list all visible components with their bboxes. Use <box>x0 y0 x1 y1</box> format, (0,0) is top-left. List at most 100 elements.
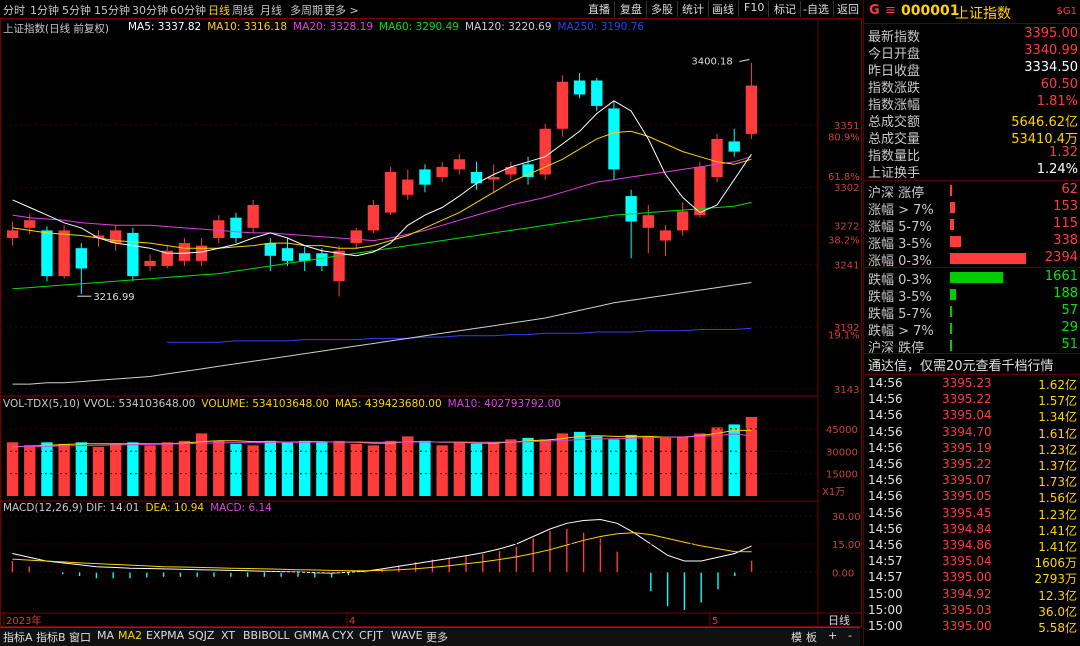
volume-bar <box>75 442 87 496</box>
tick-volume: 2793万 <box>1034 572 1077 587</box>
candle-body-up <box>694 166 706 216</box>
bottom-control-0[interactable]: 模 <box>791 629 802 645</box>
tick-row: 15:00 3395.03 36.0亿 <box>864 603 1080 619</box>
quote-row: 指数涨跌 60.50 <box>868 77 1078 96</box>
indicator-tab-11[interactable]: CFJT <box>359 629 383 642</box>
bottom-control-1[interactable]: 板 <box>806 629 817 645</box>
candle-body-up <box>488 177 500 180</box>
tool-button-4[interactable]: 画线 <box>708 1 739 17</box>
indicator-tab-12[interactable]: WAVE <box>391 629 423 642</box>
vol-unit-label: X1万 <box>822 487 845 498</box>
candle-body-down <box>299 253 311 261</box>
breadth-bar <box>950 340 952 351</box>
period-tab-7[interactable]: 周线 <box>232 2 254 18</box>
indicator-tab-3[interactable]: MA <box>97 629 114 642</box>
tick-price: 3395.04 <box>942 554 992 569</box>
tool-button-5[interactable]: F10 <box>740 1 770 17</box>
tick-price: 3395.07 <box>942 473 992 488</box>
breadth-bar <box>950 219 954 230</box>
tick-row: 14:56 3395.22 1.57亿 <box>864 392 1080 408</box>
tick-price: 3394.92 <box>942 586 992 601</box>
tick-row: 14:56 3394.86 1.41亿 <box>864 538 1080 554</box>
breadth-row: 跌幅 > 7% 29 <box>868 320 1078 339</box>
quote-row: 上证换手 1.24% <box>868 162 1078 181</box>
indicator-tab-13[interactable]: 更多 <box>426 629 448 645</box>
quote-row-value: 60.50 <box>1040 77 1078 92</box>
indicator-tab-6[interactable]: SQJZ <box>188 629 214 642</box>
tool-button-7[interactable]: -自选 <box>799 1 834 17</box>
tool-button-8[interactable]: 返回 <box>833 1 864 17</box>
candle-body-down <box>625 196 637 222</box>
indicator-tab-8[interactable]: BBIBOLL <box>243 629 290 642</box>
volume-bar <box>333 440 345 496</box>
candle-body-up <box>178 243 191 261</box>
candle-body-down <box>591 80 603 106</box>
tool-button-6[interactable]: 标记 <box>770 1 801 17</box>
period-tab-10[interactable]: 更多 > <box>324 2 359 18</box>
period-tab-8[interactable]: 月线 <box>260 2 282 18</box>
indicator-tab-0[interactable]: 指标A <box>3 629 33 645</box>
period-tab-5[interactable]: 60分钟 <box>170 2 206 18</box>
quote-row-value: 1.24% <box>1036 162 1078 177</box>
volume-bar <box>488 442 500 496</box>
period-tab-0[interactable]: 分时 <box>3 2 25 18</box>
quote-code: 000001 <box>901 3 960 19</box>
vol-tick-label: 45000 <box>826 425 858 436</box>
candle-body-down <box>264 243 276 256</box>
bottom-control-3[interactable]: - <box>848 629 852 642</box>
volume-bar <box>213 440 225 496</box>
tick-volume: 1.61亿 <box>1038 426 1077 441</box>
tool-button-1[interactable]: 复盘 <box>616 1 647 17</box>
candle-body-up <box>24 220 36 228</box>
indicator-tab-1[interactable]: 指标B <box>36 629 66 645</box>
period-tab-4[interactable]: 30分钟 <box>132 2 168 18</box>
indicator-tab-7[interactable]: XT <box>221 629 235 642</box>
volume-bar <box>24 445 36 496</box>
candle-body-down <box>608 108 620 170</box>
menu-icon[interactable]: ≡ <box>885 3 896 18</box>
volume-bar <box>505 439 517 496</box>
pct-tick-label: 38.2% <box>828 235 860 246</box>
period-tab-9[interactable]: 多周期 <box>290 2 323 18</box>
tool-button-3[interactable]: 统计 <box>678 1 709 17</box>
candle-body-down <box>728 141 740 152</box>
period-tab-3[interactable]: 15分钟 <box>94 2 130 18</box>
breadth-row: 跌幅 0-3% 1661 <box>868 269 1078 288</box>
candle-body-up <box>247 204 259 228</box>
tick-price: 3395.22 <box>942 457 992 471</box>
vol-ma5-line <box>12 429 752 448</box>
breadth-bar <box>950 323 952 334</box>
tool-button-0[interactable]: 直播 <box>584 1 615 17</box>
candle-body-up <box>384 171 397 213</box>
candle-body-down <box>75 248 87 269</box>
quote-row-value: 1.32 <box>1049 145 1078 160</box>
quote-row: 总成交量 53410.4万 <box>868 128 1078 147</box>
tick-row: 14:56 3395.07 1.73亿 <box>864 473 1080 489</box>
indicator-tab-9[interactable]: GMMA <box>294 629 329 642</box>
candle-body-down <box>281 248 294 261</box>
quote-badge: G <box>869 3 880 18</box>
promo-text[interactable]: 通达信，仅需20元查看千档行情 <box>868 355 1054 374</box>
kline-chart[interactable]: 33513302327232413192314380.9%61.8%38.2%1… <box>0 18 862 627</box>
volume-bar <box>694 433 706 496</box>
period-tab-1[interactable]: 1分钟 <box>30 2 59 18</box>
ma10-line <box>12 130 752 249</box>
period-tab-2[interactable]: 5分钟 <box>62 2 91 18</box>
period-tab-6[interactable]: 日线 <box>208 2 230 18</box>
indicator-tab-4[interactable]: MA2 <box>118 629 142 642</box>
candle-body-down <box>573 80 586 95</box>
tick-price: 3395.03 <box>942 602 992 617</box>
bottom-control-2[interactable]: + <box>828 629 837 642</box>
volume-bar <box>264 440 276 496</box>
volume-bar <box>299 440 311 496</box>
tick-row: 14:56 3394.70 1.61亿 <box>864 425 1080 441</box>
indicator-tab-5[interactable]: EXPMA <box>146 629 184 642</box>
tick-price: 3394.70 <box>942 424 992 439</box>
tick-volume: 36.0亿 <box>1038 604 1077 619</box>
tool-button-2[interactable]: 多股 <box>647 1 678 17</box>
candle-body-down <box>419 169 431 185</box>
indicator-tab-2[interactable]: 窗口 <box>69 629 91 645</box>
indicator-tab-10[interactable]: CYX <box>332 629 354 642</box>
volume-bar <box>367 445 380 496</box>
tick-time: 14:56 <box>868 376 903 390</box>
